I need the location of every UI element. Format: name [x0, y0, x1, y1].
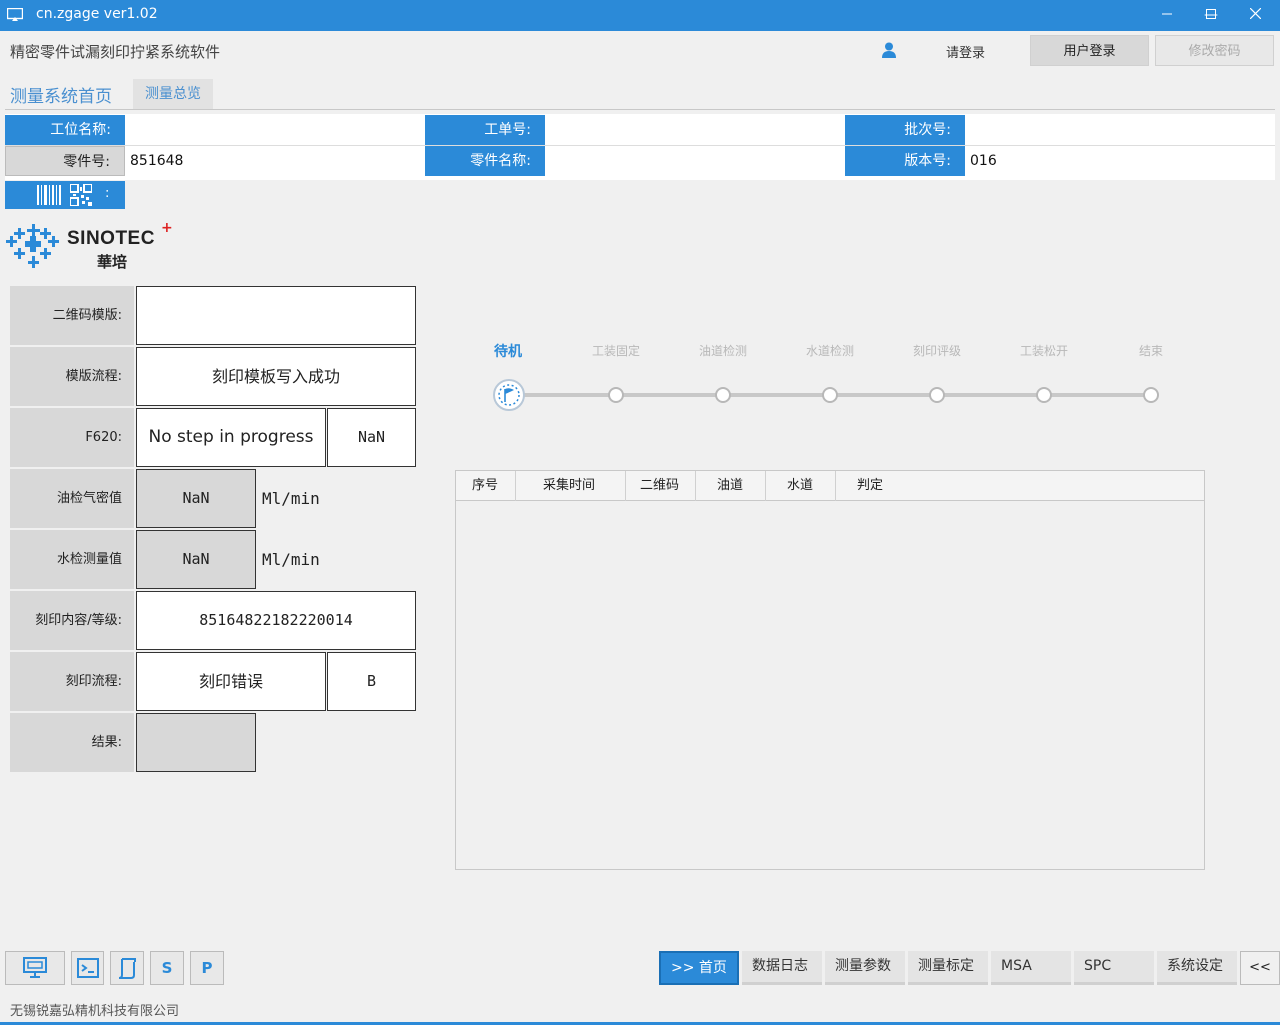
- oil-value: NaN: [136, 469, 256, 528]
- app-title: 精密零件试漏刻印拧紧系统软件: [10, 43, 221, 61]
- screen-icon-button[interactable]: [5, 951, 65, 985]
- step-label-grading: 刻印评级: [912, 344, 961, 358]
- result-label: 结果:: [10, 713, 134, 772]
- part-no-label: 零件号:: [5, 146, 125, 176]
- template-flow-label: 模版流程:: [10, 347, 134, 406]
- logo-crosses-icon: [6, 224, 59, 268]
- col-water[interactable]: 水道: [766, 471, 836, 501]
- terminal-icon: [76, 958, 99, 978]
- mark-flow-value: 刻印错误: [136, 652, 326, 711]
- title-bar: cn.zgage ver1.02 —: [0, 0, 1280, 31]
- water-label: 水检测量值: [10, 530, 134, 589]
- station-value: [125, 115, 425, 145]
- qr-template-label: 二维码模版:: [10, 286, 134, 345]
- version-label: 版本号:: [845, 146, 965, 176]
- step-node-grading: [929, 387, 945, 403]
- part-name-value: [545, 146, 845, 176]
- app-header: 精密零件试漏刻印拧紧系统软件 请登录 用户登录 修改密码: [0, 31, 1280, 69]
- mark-content-label: 刻印内容/等级:: [10, 591, 134, 650]
- s-button[interactable]: S: [150, 951, 184, 985]
- user-icon: [882, 42, 896, 58]
- part-no-value: 851648: [130, 153, 184, 169]
- login-hint: 请登录: [946, 46, 986, 61]
- col-time[interactable]: 采集时间: [516, 471, 626, 501]
- maximize-button[interactable]: [1189, 0, 1233, 31]
- document-icon: [118, 958, 136, 979]
- barcode-icon: [37, 185, 61, 205]
- nav-calibration[interactable]: 测量标定: [908, 951, 988, 985]
- step-label-standby: 待机: [494, 344, 522, 360]
- company-name: 无锡锐嘉弘精机科技有限公司: [10, 1004, 180, 1019]
- tab-divider: [5, 109, 1275, 110]
- water-value: NaN: [136, 530, 256, 589]
- version-value: 016: [970, 153, 997, 169]
- col-index[interactable]: 序号: [456, 471, 516, 501]
- oil-label: 油检气密值: [10, 469, 134, 528]
- batch-label: 批次号:: [845, 115, 965, 145]
- col-judgement[interactable]: 判定: [836, 471, 906, 501]
- f620-value: NaN: [327, 408, 416, 467]
- qrcode-icon: [70, 184, 92, 206]
- qr-template-value: [136, 286, 416, 345]
- order-value: [545, 115, 845, 145]
- step-node-release: [1036, 387, 1052, 403]
- logo-brand-cn: 華培: [97, 253, 128, 271]
- monitor-icon: [7, 8, 23, 21]
- step-label-oil: 油道检测: [698, 344, 747, 358]
- tab-home[interactable]: 测量系统首页: [10, 82, 112, 107]
- terminal-icon-button[interactable]: [71, 951, 104, 985]
- mark-flow-label: 刻印流程:: [10, 652, 134, 711]
- oil-unit: Ml/min: [262, 489, 320, 508]
- close-button[interactable]: [1233, 0, 1277, 31]
- collapse-button[interactable]: <<: [1240, 951, 1280, 985]
- water-unit: Ml/min: [262, 550, 320, 569]
- step-node-oil: [715, 387, 731, 403]
- step-label-release: 工装松开: [1019, 344, 1068, 358]
- station-label: 工位名称:: [5, 115, 125, 145]
- measurement-table[interactable]: 序号 采集时间 二维码 油道 水道 判定: [455, 470, 1205, 870]
- step-node-end: [1143, 387, 1159, 403]
- p-button[interactable]: P: [190, 951, 224, 985]
- sinotec-logo: SINOTEC + 華培: [6, 220, 176, 272]
- f620-label: F620:: [10, 408, 134, 467]
- step-label-water: 水道检测: [805, 344, 854, 358]
- batch-value: [965, 115, 1275, 145]
- display-icon: [23, 957, 47, 978]
- barcode-colon: :: [105, 186, 110, 201]
- step-node-fixture: [608, 387, 624, 403]
- nav-data-log[interactable]: 数据日志: [742, 951, 822, 985]
- col-oil[interactable]: 油道: [696, 471, 766, 501]
- nav-params[interactable]: 测量参数: [825, 951, 905, 985]
- footer: 无锡锐嘉弘精机科技有限公司: [0, 995, 1280, 1025]
- template-flow-value: 刻印模板写入成功: [136, 347, 416, 406]
- nav-settings[interactable]: 系统设定: [1157, 951, 1237, 985]
- user-login-button[interactable]: 用户登录: [1030, 35, 1149, 66]
- order-label: 工单号:: [425, 115, 545, 145]
- change-password-button[interactable]: 修改密码: [1155, 35, 1274, 66]
- step-node-water: [822, 387, 838, 403]
- part-name-label: 零件名称:: [425, 146, 545, 176]
- mark-grade: B: [327, 652, 416, 711]
- minimize-button-2[interactable]: [1145, 0, 1189, 31]
- step-label-end: 结束: [1138, 344, 1163, 358]
- flag-icon: [498, 384, 520, 406]
- step-label-fixture: 工装固定: [591, 344, 640, 358]
- window-title: cn.zgage ver1.02: [36, 6, 158, 22]
- document-icon-button[interactable]: [110, 951, 144, 985]
- f620-status: No step in progress: [136, 408, 326, 467]
- nav-spc[interactable]: SPC: [1074, 951, 1154, 985]
- table-header: 序号 采集时间 二维码 油道 水道 判定: [456, 471, 1204, 501]
- step-node-standby: [493, 379, 525, 411]
- logo-brand: SINOTEC: [67, 228, 155, 249]
- result-value: [136, 713, 256, 772]
- barcode-label: :: [5, 181, 125, 209]
- tab-overview[interactable]: 测量总览: [133, 79, 213, 109]
- col-qrcode[interactable]: 二维码: [626, 471, 696, 501]
- nav-msa[interactable]: MSA: [991, 951, 1071, 985]
- nav-home[interactable]: >> 首页: [659, 951, 739, 985]
- logo-plus: +: [161, 220, 173, 236]
- mark-content-value: 85164822182220014: [136, 591, 416, 650]
